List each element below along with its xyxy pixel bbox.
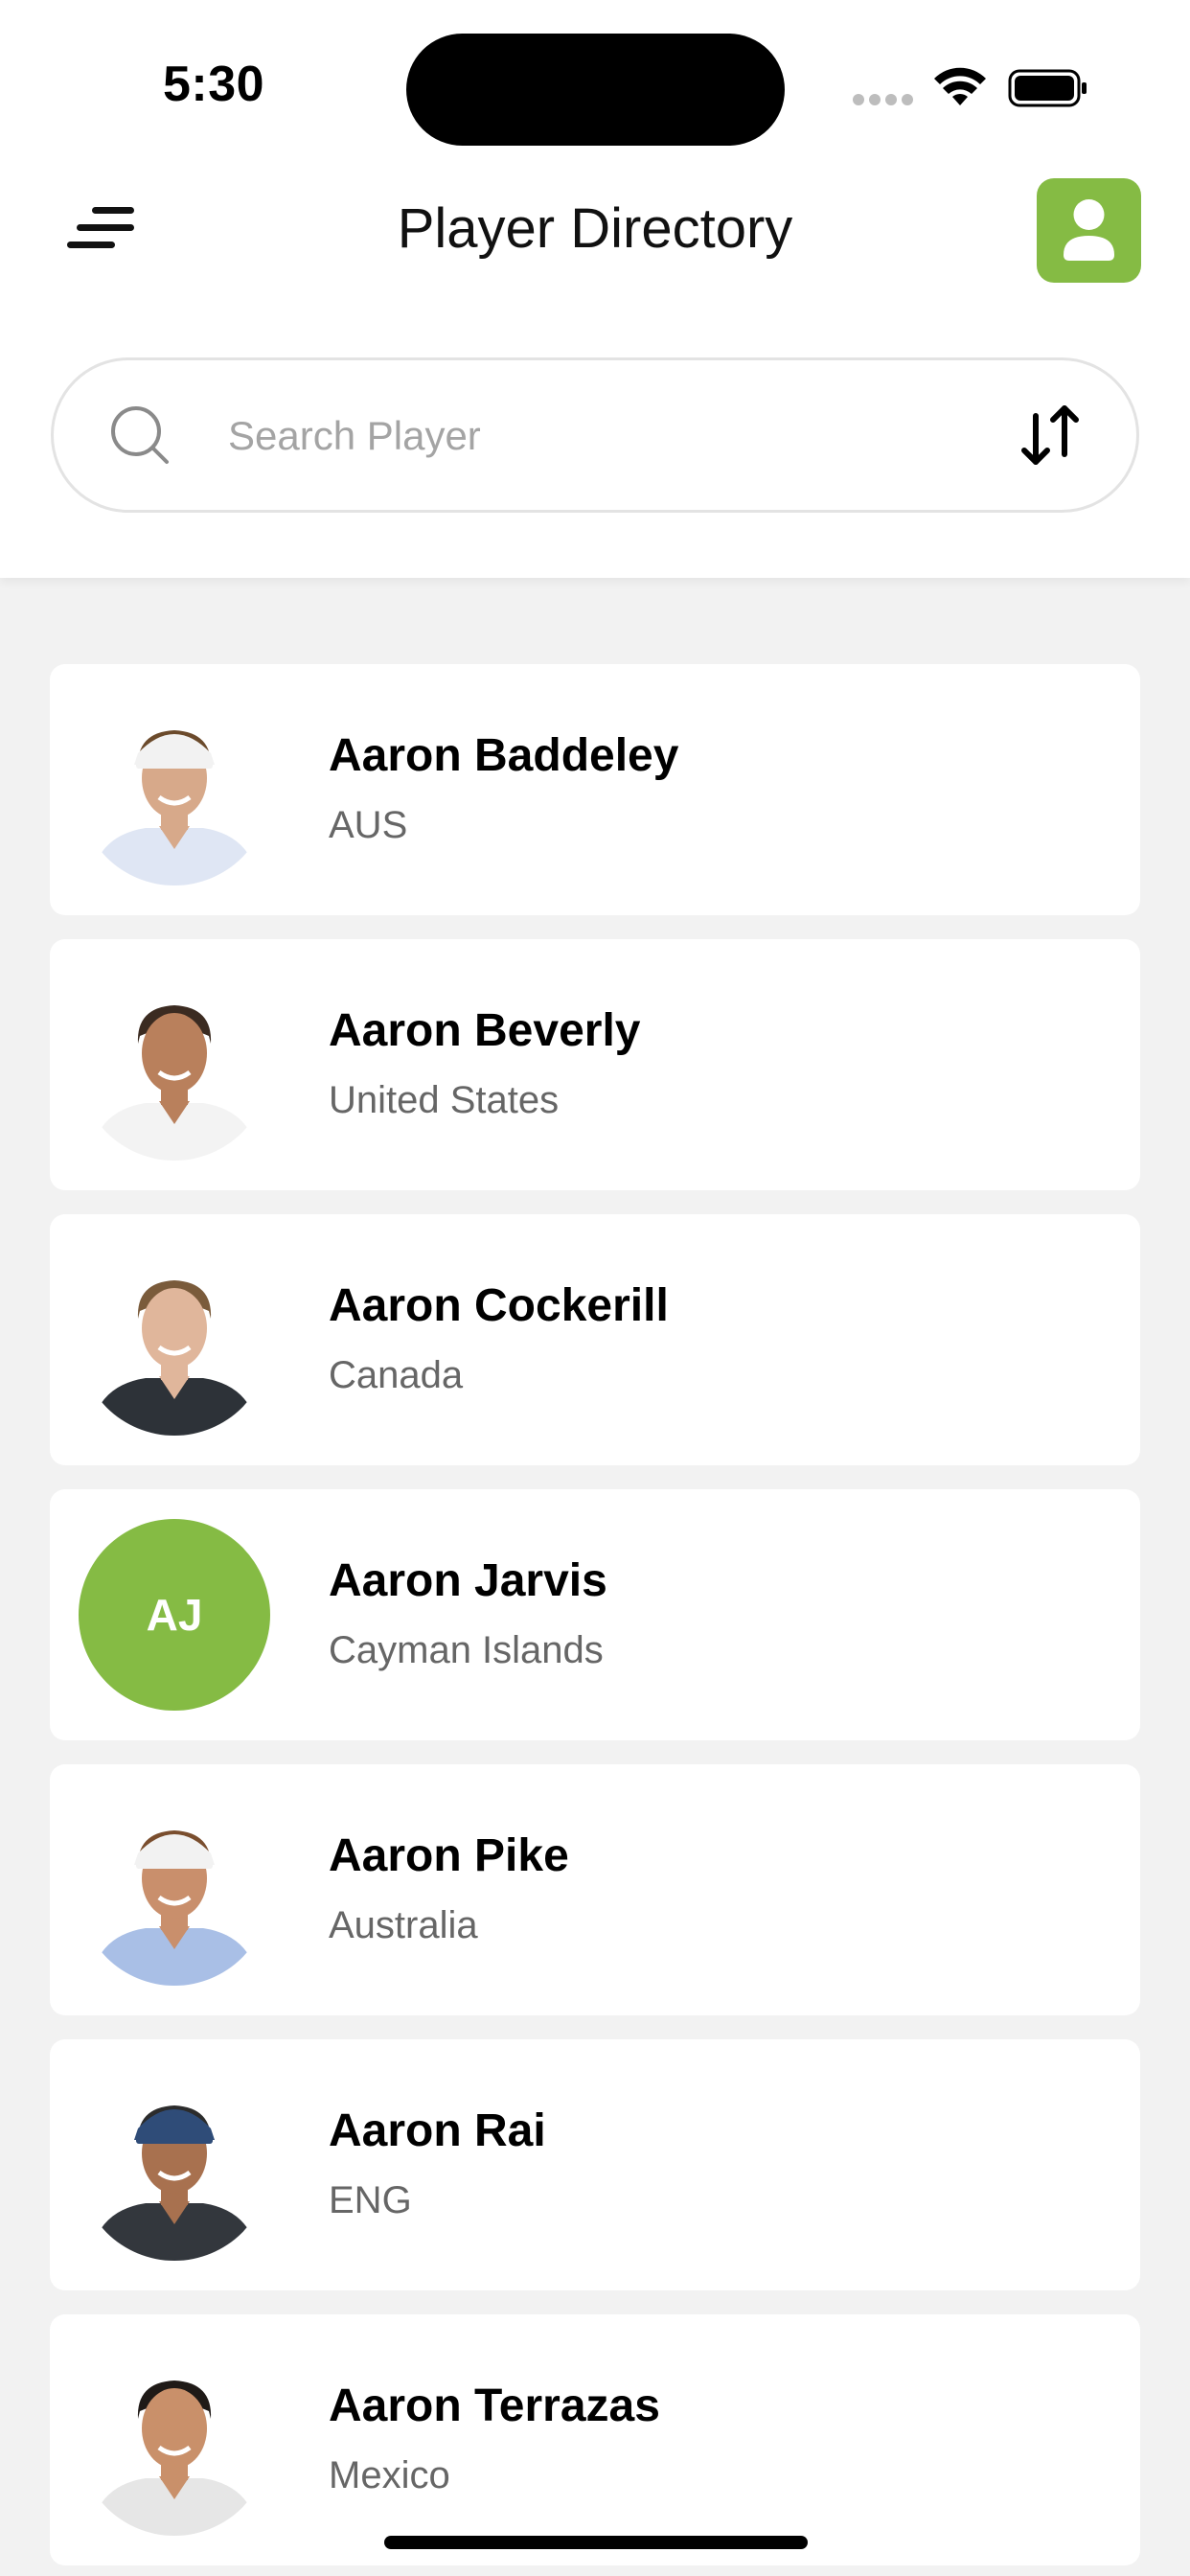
top-bar: 5:30 Player Directory: [0, 0, 1190, 578]
player-photo-image: [79, 1794, 270, 1986]
user-icon: [1064, 199, 1114, 261]
battery-icon: [1008, 69, 1087, 107]
player-card[interactable]: AJ Aaron Jarvis Cayman Islands: [50, 1489, 1140, 1740]
profile-button[interactable]: [1037, 178, 1141, 283]
player-card[interactable]: Aaron Rai ENG: [50, 2039, 1140, 2290]
sort-arrows-icon[interactable]: [1017, 402, 1084, 470]
player-country: AUS: [329, 804, 408, 846]
player-photo: [79, 694, 270, 886]
player-country: ENG: [329, 2179, 412, 2221]
player-card[interactable]: Aaron Cockerill Canada: [50, 1214, 1140, 1465]
player-name: Aaron Terrazas: [329, 2380, 660, 2431]
player-country: United States: [329, 1079, 560, 1121]
search-icon: [111, 406, 169, 464]
player-card[interactable]: Aaron Pike Australia: [50, 1764, 1140, 2015]
player-country: Australia: [329, 1904, 478, 1946]
dynamic-island: [406, 34, 785, 146]
player-photo: [79, 1794, 270, 1986]
player-name: Aaron Baddeley: [329, 730, 679, 781]
player-card[interactable]: Aaron Beverly United States: [50, 939, 1140, 1190]
player-photo-image: [79, 694, 270, 886]
player-avatar-initials: AJ: [79, 1519, 270, 1711]
player-name: Aaron Rai: [329, 2105, 546, 2156]
player-photo-image: [79, 969, 270, 1161]
player-photo-image: [79, 1244, 270, 1436]
status-time: 5:30: [163, 57, 265, 112]
search-bar[interactable]: [51, 357, 1139, 513]
home-indicator: [384, 2536, 808, 2549]
player-photo: [79, 2344, 270, 2536]
player-name: Aaron Jarvis: [329, 1555, 607, 1606]
player-name: Aaron Pike: [329, 1830, 569, 1881]
player-name: Aaron Beverly: [329, 1005, 641, 1056]
player-country: Canada: [329, 1354, 464, 1396]
player-photo: [79, 2069, 270, 2261]
player-card[interactable]: Aaron Terrazas Mexico: [50, 2314, 1140, 2565]
player-photo: [79, 1244, 270, 1436]
player-name: Aaron Cockerill: [329, 1280, 669, 1331]
player-photo: [79, 969, 270, 1161]
player-photo-image: [79, 2069, 270, 2261]
cellular-signal-icon: [853, 94, 914, 107]
player-photo-image: [79, 2344, 270, 2536]
player-country: Mexico: [329, 2454, 450, 2496]
wifi-icon: [934, 67, 986, 105]
player-card[interactable]: Aaron Baddeley AUS: [50, 664, 1140, 915]
search-input[interactable]: [228, 402, 995, 470]
player-country: Cayman Islands: [329, 1629, 604, 1671]
page-title: Player Directory: [397, 197, 793, 260]
